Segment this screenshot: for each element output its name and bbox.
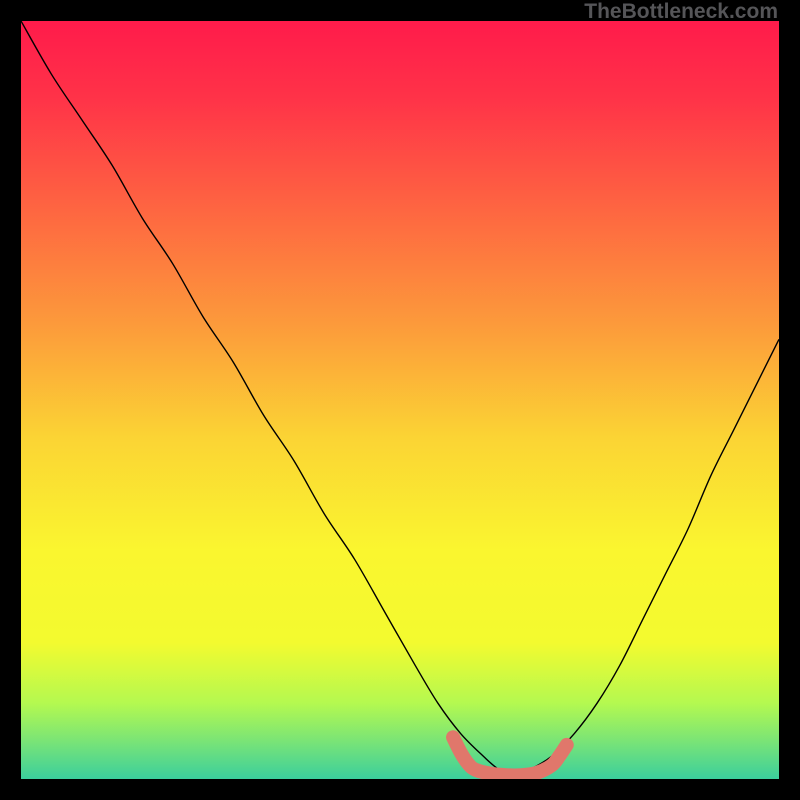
- plot-area: [21, 21, 779, 779]
- gradient-background: [21, 21, 779, 779]
- chart-svg: [21, 21, 779, 779]
- chart-frame: TheBottleneck.com: [0, 0, 800, 800]
- watermark-text: TheBottleneck.com: [584, 0, 778, 24]
